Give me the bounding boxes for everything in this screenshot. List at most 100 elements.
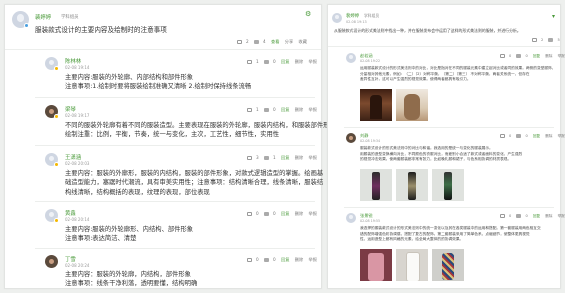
post-actions: 2 5 <box>528 38 560 42</box>
post-text: 从服装款式设计的形式美法则中找出一种，并在服装发布会中运用了这样的形式美法则的服… <box>334 28 521 33</box>
reply-link[interactable]: 回复 <box>281 59 289 64</box>
share-link[interactable]: 分享 <box>285 39 293 44</box>
runway-photo[interactable] <box>396 89 428 121</box>
comment-time: 02-08 19:55 <box>360 219 381 223</box>
comment-actions: 0 0 回复 删除 举报 <box>243 211 317 217</box>
reply-link[interactable]: 回复 <box>281 155 289 160</box>
comment-avatar[interactable] <box>45 255 58 268</box>
right-discussion-panel: 裴婷婷 学科组员 02-08 19:13 ▾ 从服装款式设计的形式美法则中找出一… <box>327 4 565 289</box>
report-link[interactable]: 举报 <box>558 54 565 58</box>
report-link[interactable]: 举报 <box>309 211 317 216</box>
comment-icon[interactable] <box>237 40 242 44</box>
delete-link[interactable]: 删除 <box>295 59 303 64</box>
runway-photo[interactable] <box>396 169 428 201</box>
author-name[interactable]: 裴婷婷 <box>35 13 51 21</box>
reply-link[interactable]: 回复 <box>533 134 540 138</box>
reply-icon[interactable] <box>247 156 252 160</box>
runway-photo[interactable] <box>396 249 428 281</box>
like-icon[interactable] <box>516 214 522 218</box>
comment-actions: 1 0 回复 删除 举报 <box>243 59 317 65</box>
comment-time: 02-08 19:14 <box>65 65 90 70</box>
comment-text: 我选择的服装款式设计的形式美法则中的统一变化以及其在各类服装中的运用和搭配。第一… <box>360 226 541 242</box>
reply-icon[interactable] <box>247 212 252 216</box>
like-icon[interactable] <box>516 134 522 138</box>
report-link[interactable]: 举报 <box>309 59 317 64</box>
report-link[interactable]: 举报 <box>558 134 565 138</box>
runway-photo[interactable] <box>360 89 392 121</box>
level-badge-icon <box>54 162 59 167</box>
comment-time: 02-08 20:24 <box>65 263 90 268</box>
reply-icon[interactable] <box>247 60 252 64</box>
report-link[interactable]: 举报 <box>309 155 317 160</box>
reply-link[interactable]: 回复 <box>533 54 540 58</box>
reply-link[interactable]: 回复 <box>281 211 289 216</box>
like-count: 4 <box>263 39 266 44</box>
comment-avatar[interactable] <box>346 53 356 63</box>
fav-link[interactable]: 收藏 <box>299 39 307 44</box>
comment-time: 02-08 19:17 <box>65 113 90 118</box>
runway-photo[interactable] <box>360 249 392 281</box>
reply-link[interactable]: 回复 <box>281 107 289 112</box>
comment-count: 2 <box>246 39 249 44</box>
delete-link[interactable]: 删除 <box>295 155 303 160</box>
author-tag: 学科组员 <box>364 13 380 18</box>
like-icon[interactable] <box>254 40 260 44</box>
reply-icon[interactable] <box>500 134 505 138</box>
level-badge-icon <box>54 218 59 223</box>
comment-actions: 0 0 回复 删除 举报 <box>496 54 565 59</box>
runway-photo[interactable] <box>432 169 464 201</box>
comment-author[interactable]: 王潇涵 <box>65 153 81 161</box>
comment-text: 主要内容:服装的外轮廓形、内结构、部件形象 注意事项:表达简洁、清楚 <box>65 226 194 243</box>
reply-link[interactable]: 回复 <box>281 257 289 262</box>
chevron-down-icon[interactable]: ▾ <box>552 13 555 20</box>
author-name[interactable]: 裴婷婷 <box>346 13 359 19</box>
delete-link[interactable]: 删除 <box>295 211 303 216</box>
more-options-icon[interactable]: ⚙ <box>305 10 311 18</box>
reply-icon[interactable] <box>500 54 505 58</box>
comment-author[interactable]: 丁雪 <box>65 255 76 263</box>
left-discussion-panel: 裴婷婷 学科组员 ⚙ 服装款式设计的主要内容及绘制时的注意事项 2 4 查看 分… <box>4 4 343 289</box>
comment-text: 不同的服装外轮廓有着不同的服装造型。主要表现在服装的外轮廓，服装内结构，和服装部… <box>65 122 343 139</box>
view-link[interactable]: 查看 <box>271 39 279 44</box>
comment-actions: 0 0 回复 删除 举报 <box>496 134 565 139</box>
comment-text: 主要内容：服装的外廓形，服装的内结构，服装的部件形象，对款式逻辑造型的掌握。绘画… <box>65 170 324 196</box>
comment-author[interactable]: 黄鑫 <box>65 209 76 217</box>
level-badge-icon <box>54 66 59 71</box>
reply-icon[interactable] <box>500 214 505 218</box>
like-icon[interactable] <box>264 108 270 112</box>
comment-actions: 0 0 回复 删除 举报 <box>243 257 317 263</box>
reply-icon[interactable] <box>247 258 252 262</box>
report-link[interactable]: 举报 <box>309 257 317 262</box>
comment-time: 02-08 19:34 <box>360 139 381 143</box>
comment-author[interactable]: 梁琴 <box>65 105 76 113</box>
delete-link[interactable]: 删除 <box>295 107 303 112</box>
comment-avatar[interactable] <box>346 213 356 223</box>
delete-link[interactable]: 删除 <box>295 257 303 262</box>
runway-photo[interactable] <box>360 169 392 201</box>
delete-link[interactable]: 删除 <box>545 54 552 58</box>
delete-link[interactable]: 删除 <box>545 214 552 218</box>
runway-photo[interactable] <box>432 249 464 281</box>
comment-avatar[interactable] <box>346 133 356 143</box>
like-icon[interactable] <box>264 212 270 216</box>
comment-text: 主要内容:服装的外轮廓、内部结构和部件形象 注意事项:1.绘制时要将服装绘制准确… <box>65 74 252 91</box>
report-link[interactable]: 举报 <box>558 214 565 218</box>
comment-text: 主要内容：服装的外轮廓，内结构，部件形象 注意事项：线条干净利落，透明要懂，结构… <box>65 271 198 288</box>
like-icon[interactable] <box>264 60 270 64</box>
like-icon[interactable] <box>264 258 270 262</box>
delete-link[interactable]: 删除 <box>545 134 552 138</box>
comment-time: 02-08 19:22 <box>360 59 381 63</box>
post-time: 02-08 19:13 <box>346 20 367 24</box>
report-link[interactable]: 举报 <box>309 107 317 112</box>
post-text: 服装款式设计的主要内容及绘制时的注意事项 <box>35 26 167 34</box>
comment-author[interactable]: 陈林林 <box>65 57 81 65</box>
like-icon[interactable] <box>516 54 522 58</box>
like-icon[interactable] <box>548 38 554 42</box>
like-icon[interactable] <box>264 156 270 160</box>
reply-icon[interactable] <box>247 108 252 112</box>
author-avatar[interactable] <box>332 13 342 23</box>
verified-badge-icon <box>24 23 29 28</box>
comment-actions: 1 0 回复 删除 举报 <box>243 107 317 113</box>
comment-icon[interactable] <box>532 38 537 42</box>
reply-link[interactable]: 回复 <box>533 214 540 218</box>
